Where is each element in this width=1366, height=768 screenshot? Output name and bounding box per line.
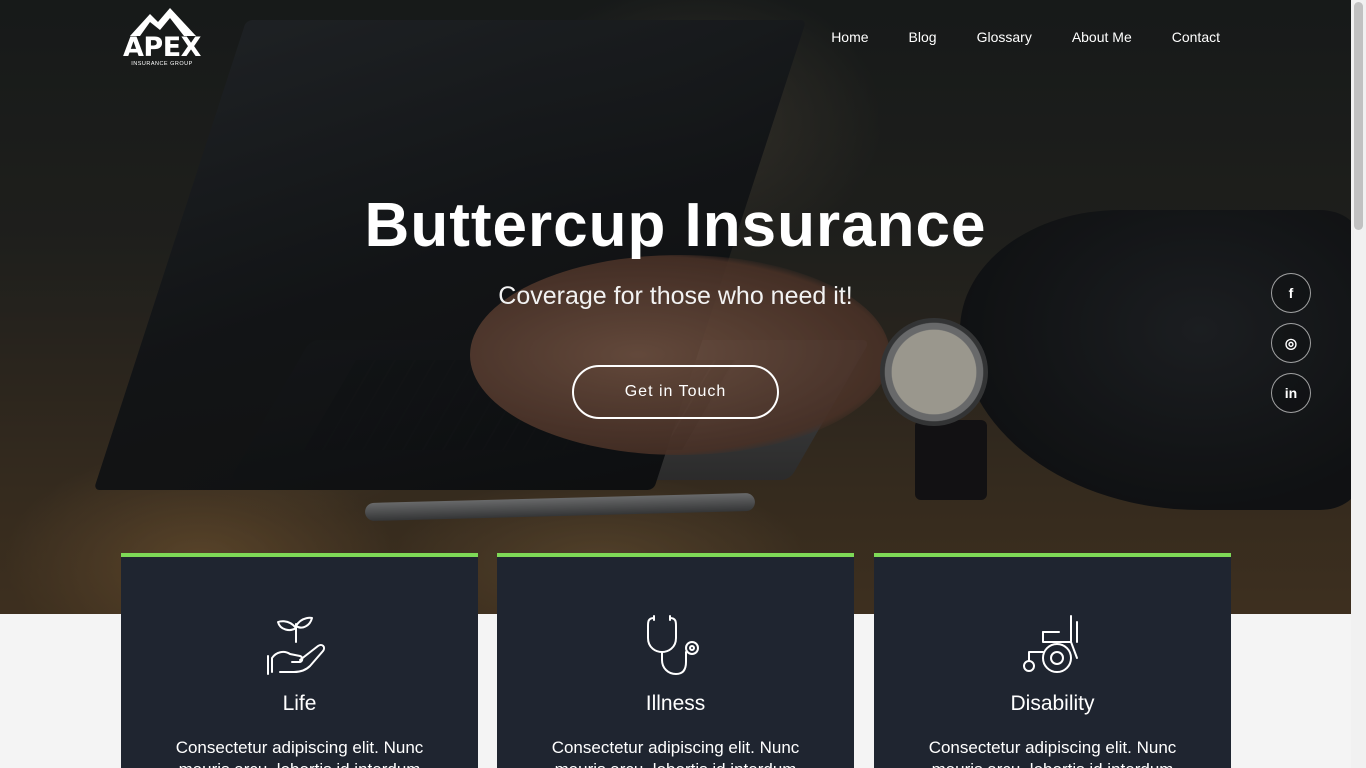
scrollbar-thumb[interactable] (1354, 2, 1363, 230)
card-life[interactable]: Life Consectetur adipiscing elit. Nunc m… (121, 553, 478, 768)
nav-about-me[interactable]: About Me (1072, 28, 1132, 46)
get-in-touch-button[interactable]: Get in Touch (572, 365, 779, 419)
wheelchair-icon (1023, 615, 1078, 673)
social-links: f ◎ in (1271, 273, 1311, 423)
facebook-icon[interactable]: f (1271, 273, 1311, 313)
instagram-icon[interactable]: ◎ (1271, 323, 1311, 363)
hero-subtitle: Coverage for those who need it! (498, 282, 853, 310)
nav-contact[interactable]: Contact (1172, 28, 1220, 46)
card-title: Disability (1010, 692, 1095, 715)
page-scrollbar[interactable] (1351, 0, 1366, 768)
plant-in-hand-icon (267, 616, 326, 675)
brand-name: APEX (123, 32, 201, 63)
nav-glossary[interactable]: Glossary (977, 28, 1032, 46)
card-title: Life (282, 692, 317, 715)
stethoscope-icon (647, 615, 699, 675)
main-nav: Home Blog Glossary About Me Contact (791, 28, 1220, 46)
card-description: Consectetur adipiscing elit. Nunc mauris… (551, 738, 800, 768)
card-disability[interactable]: Disability Consectetur adipiscing elit. … (874, 553, 1231, 768)
linkedin-icon[interactable]: in (1271, 373, 1311, 413)
card-illness[interactable]: Illness Consectetur adipiscing elit. Nun… (497, 553, 854, 768)
brand-tagline: INSURANCE GROUP (131, 61, 193, 67)
card-title: Illness (645, 692, 706, 715)
nav-blog[interactable]: Blog (909, 28, 937, 46)
card-description: Consectetur adipiscing elit. Nunc mauris… (928, 738, 1177, 768)
site-logo[interactable]: APEX INSURANCE GROUP (120, 8, 204, 70)
nav-home[interactable]: Home (831, 28, 868, 46)
hero-title: Buttercup Insurance (364, 191, 987, 260)
card-description: Consectetur adipiscing elit. Nunc mauris… (175, 738, 424, 768)
